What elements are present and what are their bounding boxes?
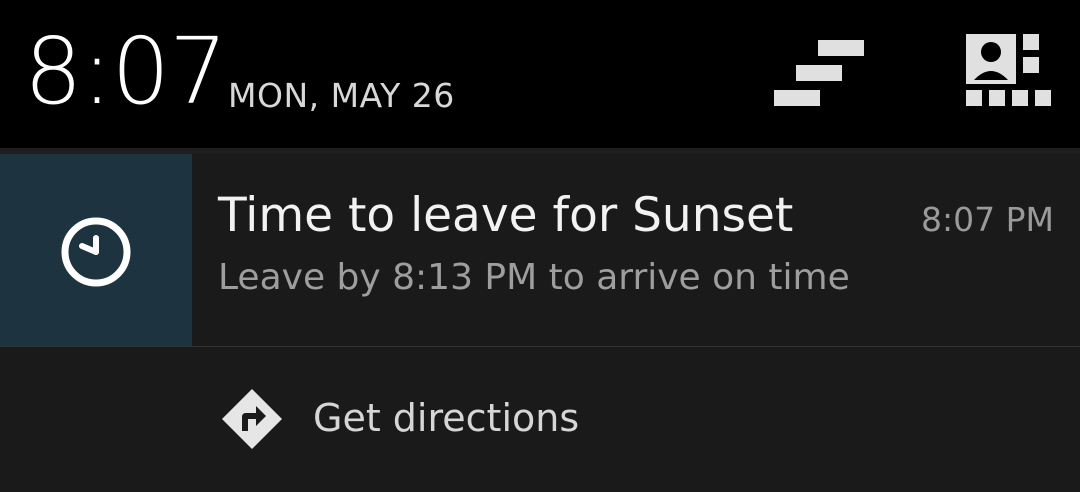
- get-directions-button[interactable]: Get directions: [0, 347, 1080, 492]
- notification-title: Time to leave for Sunset: [218, 188, 794, 243]
- directions-icon: [222, 389, 282, 449]
- quick-settings-button[interactable]: [770, 28, 870, 118]
- notification-card[interactable]: Time to leave for Sunset 8:07 PM Leave b…: [0, 154, 1080, 346]
- quick-settings-icon: [774, 40, 864, 106]
- user-settings-button[interactable]: [960, 28, 1060, 118]
- notification-text: Leave by 8:13 PM to arrive on time: [218, 257, 850, 298]
- notification-shade: 8:07 MON, MAY 26 Time to leave for Sunse…: [0, 0, 1080, 492]
- notification-time: 8:07 PM: [921, 200, 1054, 239]
- clock-icon: [61, 217, 131, 287]
- get-directions-label: Get directions: [313, 396, 580, 440]
- notification-icon-tile: [0, 154, 192, 346]
- header-clock: 8:07: [24, 18, 228, 125]
- header-date: MON, MAY 26: [228, 76, 455, 115]
- user-quick-settings-icon: [966, 34, 1051, 106]
- status-header: 8:07 MON, MAY 26: [0, 0, 1080, 148]
